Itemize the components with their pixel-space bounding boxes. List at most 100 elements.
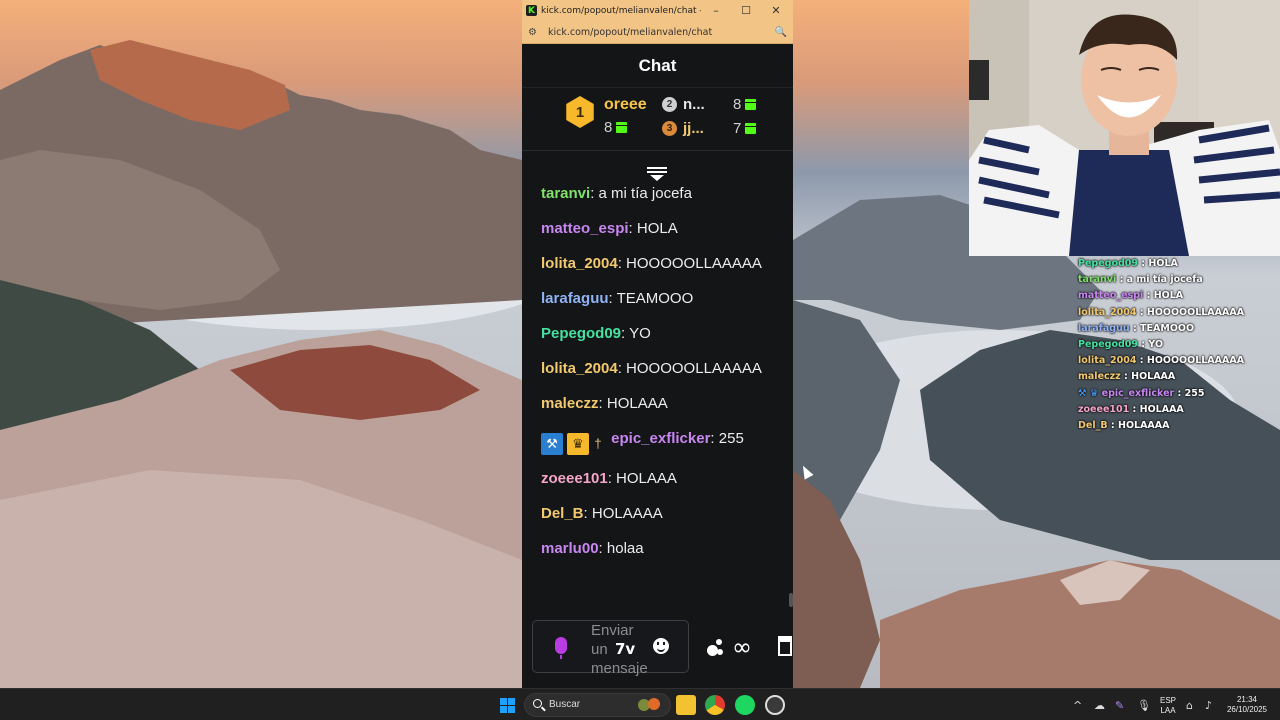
chat-message[interactable]: marlu00: holaa — [541, 537, 781, 560]
language-indicator[interactable]: ESP LAA — [1158, 696, 1178, 716]
windows-taskbar: Buscar ^ ☁ ✎ 🎙 ESP LAA ⌂ ♪ 21:34 26/10/202… — [0, 688, 1280, 720]
chat-text: HOLAAA — [611, 470, 677, 487]
gift-icon — [616, 122, 628, 133]
chat-username[interactable]: marlu00 — [541, 540, 599, 557]
close-button[interactable]: ✕ — [761, 0, 791, 21]
chat-title: Chat — [522, 44, 793, 88]
gift-icon — [745, 123, 757, 134]
site-info-icon[interactable]: ⚙ — [528, 27, 542, 38]
onedrive-icon[interactable]: ☁ — [1094, 699, 1105, 712]
overlay-chat-line: maleczz : HOLAAA — [1078, 371, 1176, 383]
chat-username[interactable]: Del_B — [541, 505, 584, 522]
chat-text: HOLAAAA — [587, 505, 663, 522]
chat-username[interactable]: epic_exflicker — [611, 430, 710, 447]
webcam-feed — [969, 0, 1280, 256]
overlay-chat-line: Pepegod09 : YO — [1078, 339, 1164, 351]
leaderboard-third-count: 7 — [733, 120, 757, 137]
store-icon[interactable] — [778, 636, 792, 656]
chat-message[interactable]: lolita_2004: HOOOOOLLAAAAA — [541, 252, 781, 275]
chrome-icon[interactable] — [705, 695, 725, 715]
emoji-picker-icon[interactable] — [653, 638, 669, 654]
chat-message[interactable]: maleczz: HOLAAA — [541, 392, 781, 415]
rank-3-badge: 3 — [662, 121, 677, 136]
zoom-icon[interactable]: 🔍 — [775, 27, 787, 38]
browser-titlebar[interactable]: K kick.com/popout/melianvalen/chat - Goo… — [522, 0, 793, 21]
overlay-chat-line: zoeee101 : HOLAAA — [1078, 403, 1184, 415]
chat-text: a mi tía jocefa — [594, 185, 692, 202]
leaderboard-second-count: 8 — [733, 96, 757, 113]
overlay-chat-line: Pepegod09 : HOLA — [1078, 258, 1178, 269]
community-icon[interactable] — [707, 637, 727, 657]
leaderboard-second[interactable]: 2 n... 8 — [662, 96, 757, 113]
chat-text: HOLA — [632, 220, 678, 237]
overlay-chat-line: ⚒ ♛ epic_exflicker : 255 — [1078, 387, 1205, 399]
streamer-camera-image — [969, 0, 1280, 256]
url-text[interactable]: kick.com/popout/melianvalen/chat — [548, 27, 775, 38]
search-label: Buscar — [549, 699, 581, 710]
network-icon[interactable]: ⌂ — [1186, 699, 1193, 712]
chat-text: HOLAAA — [602, 395, 668, 412]
stream-chat-overlay: Pepegod09 : HOLA taranvi : a mi tía joce… — [1078, 256, 1278, 434]
chat-username[interactable]: lolita_2004 — [541, 360, 618, 377]
sword-badge-icon: † — [594, 436, 602, 451]
search-icon — [533, 699, 542, 708]
file-explorer-icon[interactable] — [676, 695, 696, 715]
chat-message[interactable]: Pepegod09: YO — [541, 322, 781, 345]
7tv-emote-icon[interactable]: 7v — [615, 640, 635, 658]
chat-username[interactable]: Pepegod09 — [541, 325, 621, 342]
microphone-icon[interactable] — [555, 637, 567, 659]
chat-message[interactable]: Del_B: HOLAAAA — [541, 502, 781, 525]
spotify-icon[interactable] — [735, 695, 755, 715]
infinity-icon[interactable]: ∞ — [732, 633, 752, 661]
chat-username[interactable]: larafaguu — [541, 290, 609, 307]
overlay-chat-line: lolita_2004 : HOOOOOLLAAAAA — [1078, 355, 1245, 367]
overlay-chat-line: matteo_espi : HOLA — [1078, 290, 1184, 302]
chat-message[interactable]: zoeee101: HOLAAA — [541, 467, 781, 490]
taskbar-search[interactable]: Buscar — [524, 693, 671, 717]
leaderboard-first-name: oreee — [604, 96, 647, 113]
show-hidden-icons-chevron[interactable]: ^ — [1073, 699, 1082, 712]
chat-input-box[interactable]: Enviar un mensaje 7v — [532, 620, 689, 677]
chat-text: HOOOOOLLAAAAA — [621, 360, 762, 377]
chat-message[interactable]: ⚒ ♛ † epic_exflicker: 255 — [541, 427, 781, 455]
chat-message[interactable]: taranvi: a mi tía jocefa — [541, 182, 781, 205]
gift-icon — [745, 99, 757, 110]
windows-start-icon[interactable] — [500, 698, 515, 713]
chat-message-list: taranvi: a mi tía jocefa matteo_espi: HO… — [541, 182, 781, 572]
chat-message[interactable]: larafaguu: TEAMOOO — [541, 287, 781, 310]
chat-message[interactable]: lolita_2004: HOOOOOLLAAAAA — [541, 357, 781, 380]
leaderboard-first[interactable]: 1 — [564, 96, 596, 128]
chat-message[interactable]: matteo_espi: HOLA — [541, 217, 781, 240]
leaderboard-first-count: 8 — [604, 119, 628, 136]
overlay-chat-line: taranvi : a mi tía jocefa — [1078, 274, 1203, 286]
browser-window: K kick.com/popout/melianvalen/chat - Goo… — [522, 0, 793, 688]
volume-icon[interactable]: ♪ — [1205, 699, 1212, 712]
chat-text: YO — [625, 325, 651, 342]
rank-1-badge: 1 — [566, 96, 594, 128]
chat-username[interactable]: maleczz — [541, 395, 599, 412]
minimize-button[interactable]: – — [701, 0, 731, 21]
maximize-button[interactable]: ☐ — [731, 0, 761, 21]
chat-text: HOOOOOLLAAAAA — [621, 255, 762, 272]
rank-2-badge: 2 — [662, 97, 677, 112]
chat-username[interactable]: taranvi — [541, 185, 590, 202]
chat-username[interactable]: zoeee101 — [541, 470, 608, 487]
clock[interactable]: 21:34 26/10/2025 — [1222, 695, 1272, 715]
chat-text: holaa — [602, 540, 644, 557]
address-bar[interactable]: ⚙ kick.com/popout/melianvalen/chat 🔍 — [522, 21, 793, 44]
chat-username[interactable]: lolita_2004 — [541, 255, 618, 272]
kick-logo-icon: K — [526, 5, 537, 16]
pen-icon[interactable]: ✎ — [1115, 699, 1124, 712]
search-highlight-icon — [638, 698, 664, 712]
chat-username[interactable]: matteo_espi — [541, 220, 629, 237]
chat-scrollbar[interactable] — [789, 593, 793, 607]
leaderboard-second-name: n... — [683, 96, 705, 113]
leaderboard-third[interactable]: 3 jj... 7 — [662, 120, 757, 137]
hammer-badge-icon: ⚒ — [541, 433, 563, 455]
chat-text: TEAMOOO — [612, 290, 694, 307]
gift-leaderboard[interactable]: 1 oreee 8 2 n... 8 3 jj... 7 — [522, 88, 793, 151]
microphone-tray-icon[interactable]: 🎙 — [1137, 699, 1151, 712]
leaderboard-third-name: jj... — [683, 120, 704, 137]
collapse-leaderboard-icon[interactable] — [647, 167, 667, 181]
obs-icon[interactable] — [765, 695, 785, 715]
